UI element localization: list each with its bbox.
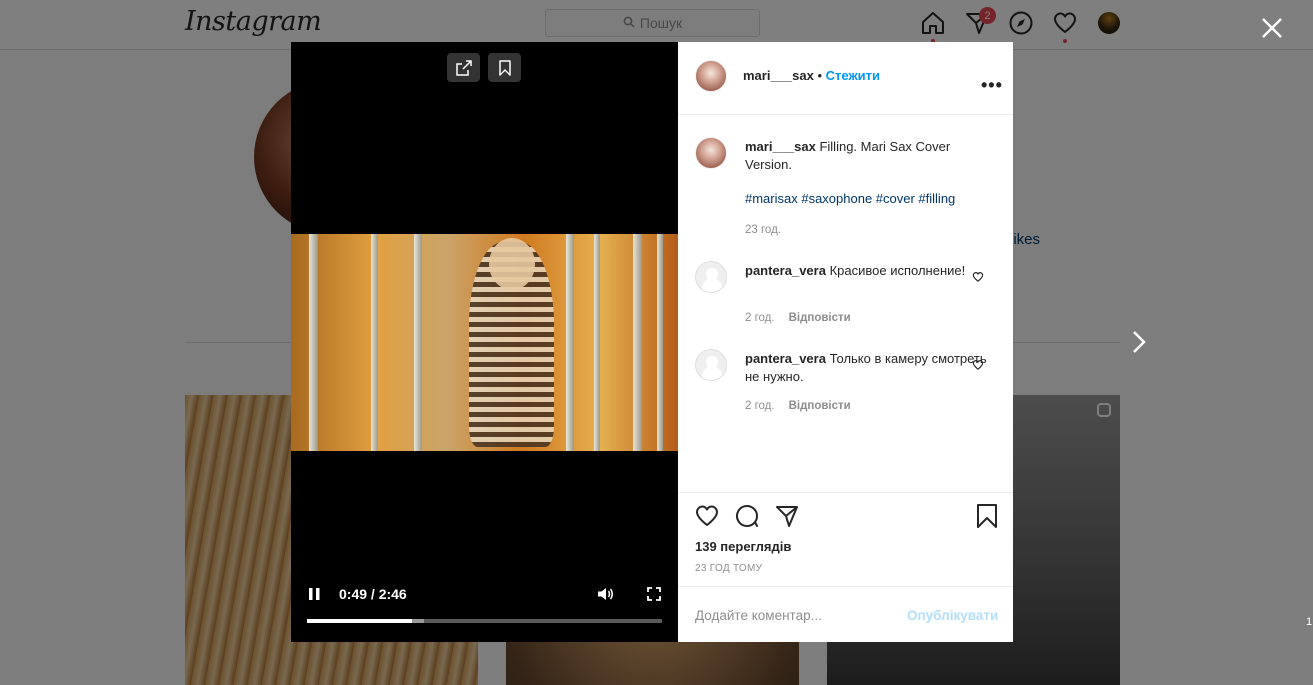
comment-like-heart-icon[interactable] [972, 358, 984, 370]
commenter-avatar[interactable] [695, 349, 727, 381]
reply-button[interactable]: Відповісти [789, 312, 851, 324]
edge-text: 1 [1306, 616, 1313, 628]
comment-meta: 2 год. Відповісти [745, 400, 851, 412]
caption-time: 23 год. [745, 224, 781, 236]
open-external-icon[interactable] [447, 53, 480, 82]
header-divider [678, 114, 1013, 115]
video-player[interactable]: 0:49 / 2:46 [291, 42, 678, 642]
volume-icon[interactable] [596, 585, 614, 608]
caption-hashtags[interactable]: #marisax #saxophone #cover #filling [745, 191, 955, 206]
fullscreen-icon[interactable] [647, 587, 661, 606]
comment-input-divider [678, 586, 1013, 587]
caption-author-avatar[interactable] [695, 137, 727, 169]
author-avatar[interactable] [695, 60, 727, 92]
comment-body: Красивое исполнение! [829, 263, 966, 278]
commenter-avatar[interactable] [695, 261, 727, 293]
comment-username[interactable]: pantera_vera [745, 263, 826, 278]
video-time-display: 0:49 / 2:46 [339, 586, 407, 602]
more-options-icon[interactable]: ••• [981, 75, 1003, 96]
follow-button[interactable]: Стежити [826, 68, 880, 83]
like-heart-icon[interactable] [694, 503, 720, 529]
comment-time: 2 год. [745, 400, 775, 412]
posted-time: 23 ГОД ТОМУ [695, 563, 763, 574]
video-progress-bar[interactable] [307, 619, 662, 623]
comment-username[interactable]: pantera_vera [745, 351, 826, 366]
save-bookmark-icon[interactable] [488, 53, 521, 82]
pause-icon[interactable] [308, 587, 321, 606]
post-header: mari___sax • Стежити [743, 68, 881, 83]
comment-text: pantera_vera Только в камеру смотреть не… [745, 350, 990, 386]
actions-divider [678, 492, 1013, 493]
comment-time: 2 год. [745, 312, 775, 324]
views-count[interactable]: 139 переглядів [695, 539, 791, 554]
video-frame [291, 234, 678, 451]
reply-button[interactable]: Відповісти [789, 400, 851, 412]
post-details-panel: mari___sax • Стежити ••• mari___sax Fill… [678, 42, 1013, 642]
video-progress-fill [307, 619, 412, 623]
close-icon[interactable] [1259, 15, 1285, 41]
share-send-icon[interactable] [774, 503, 800, 529]
caption-username[interactable]: mari___sax [745, 139, 816, 154]
author-username[interactable]: mari___sax [743, 68, 814, 83]
comment-like-heart-icon[interactable] [972, 270, 984, 282]
bookmark-icon[interactable] [974, 503, 1000, 529]
comment-text: pantera_vera Красивое исполнение! [745, 262, 990, 280]
next-post-chevron-icon[interactable] [1128, 328, 1150, 356]
comment-meta: 2 год. Відповісти [745, 312, 851, 324]
comment-input[interactable]: Додайте коментар... [695, 608, 822, 623]
publish-button[interactable]: Опублікувати [907, 608, 998, 623]
comment-bubble-icon[interactable] [734, 503, 760, 529]
caption-text: mari___sax Filling. Mari Sax Cover Versi… [745, 138, 990, 174]
